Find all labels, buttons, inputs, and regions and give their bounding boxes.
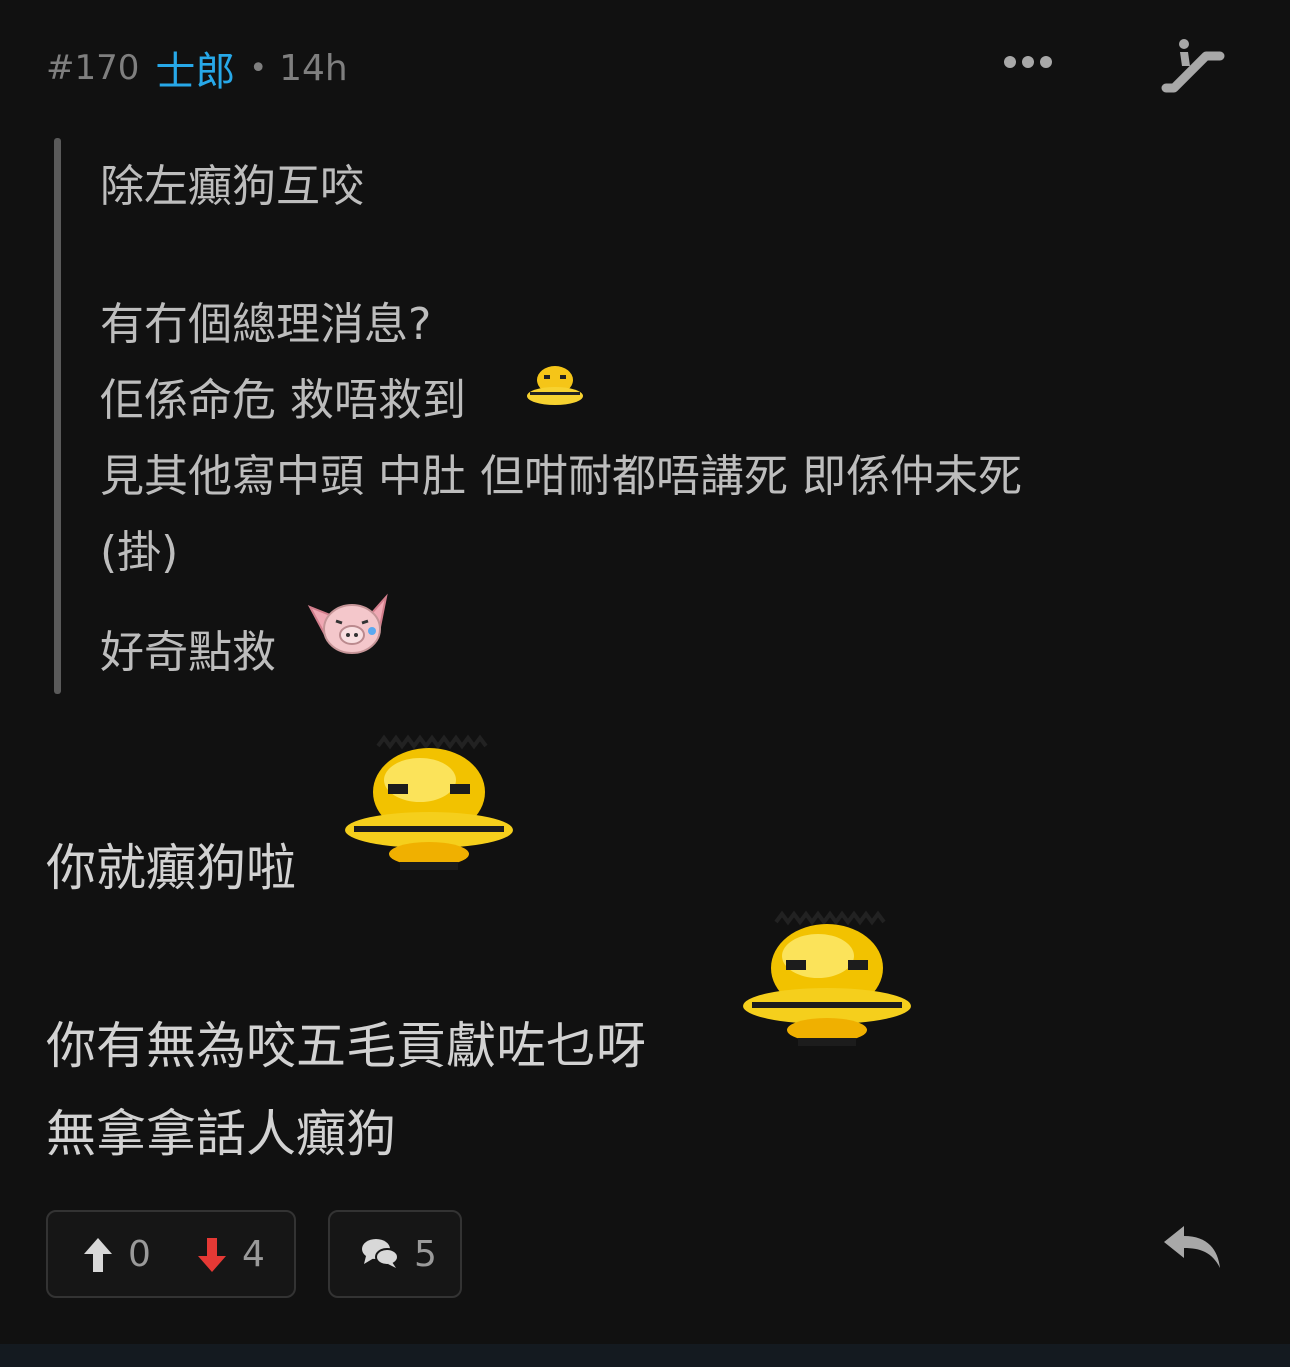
quote-line: 有冇個總理消息?: [100, 299, 432, 350]
comment-button[interactable]: 5: [328, 1210, 462, 1298]
chat-bubbles-icon: [362, 1239, 399, 1268]
more-dots-icon[interactable]: [1004, 56, 1052, 68]
body-line: 你就癲狗啦: [46, 839, 296, 897]
vote-box: 0 4: [46, 1210, 296, 1298]
duck-emoji: [743, 910, 911, 1046]
bottom-strip: [0, 1344, 1290, 1367]
quote-line: 見其他寫中頭 中肚 但咁耐都唔講死 即係仲未死: [100, 451, 1022, 502]
reply-icon[interactable]: [1162, 1222, 1222, 1270]
downvote-count: 4: [242, 1234, 265, 1275]
body-line: 無拿拿話人癲狗: [46, 1105, 396, 1163]
arrow-up-icon[interactable]: [82, 1236, 114, 1274]
post-header: #170 士郎 • 14h: [46, 40, 1230, 96]
quote-line: 好奇點救: [100, 627, 276, 678]
upvote-count: 0: [128, 1234, 151, 1275]
quoted-text-block: 除左癲狗互咬 有冇個總理消息? 佢係命危 救唔救到 見其他寫中頭 中肚 但咁耐都…: [54, 138, 1214, 694]
escalator-icon[interactable]: [1160, 36, 1226, 94]
post-time: 14h: [279, 47, 348, 89]
quote-line: 佢係命危 救唔救到: [100, 375, 466, 426]
separator-dot: •: [249, 50, 268, 86]
author-name[interactable]: 士郎: [155, 39, 235, 97]
arrow-down-icon[interactable]: [196, 1236, 228, 1274]
duck-emoji: [345, 734, 513, 870]
post-number[interactable]: #170: [46, 48, 139, 88]
quote-line: 除左癲狗互咬: [100, 161, 364, 212]
quote-line: (掛): [100, 527, 179, 578]
duck-emoji: [527, 366, 583, 405]
pig-emoji: [307, 593, 388, 654]
body-line: 你有無為咬五毛貢獻咗乜呀: [46, 1017, 646, 1075]
quote-bar: [54, 138, 61, 694]
comment-count: 5: [414, 1234, 437, 1275]
